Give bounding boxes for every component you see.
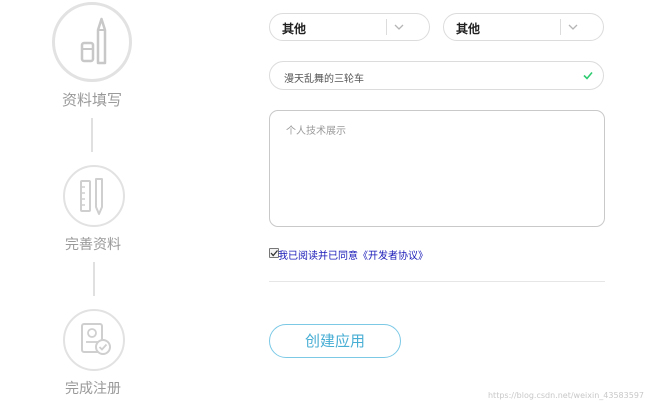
step-connector [91,118,93,152]
pencil-icon [80,17,107,65]
select-divider [386,19,387,35]
divider [269,281,605,282]
step-3-label: 完成注册 [65,381,121,397]
step-1-circle [52,2,132,82]
check-icon [583,71,593,80]
step-3-circle [63,309,125,371]
app-name-value: 漫天乱舞的三轮车 [284,74,364,85]
step-1-label: 资料填写 [62,91,123,109]
category-select-1[interactable]: 其他 [269,13,430,41]
category-select-2[interactable]: 其他 [443,13,604,41]
chevron-down-icon [568,24,578,30]
step-2-circle [63,165,125,227]
description-textarea[interactable]: 个人技术展示 [269,110,605,227]
select-value: 其他 [282,22,307,36]
step-connector [93,262,95,296]
chevron-down-icon [394,24,404,30]
document-check-icon [81,323,111,355]
app-name-input[interactable]: 漫天乱舞的三轮车 [269,61,604,90]
select-value: 其他 [456,22,481,36]
description-placeholder: 个人技术展示 [286,126,346,137]
watermark: https://blog.csdn.net/weixin_43583597 [487,391,644,400]
create-app-button[interactable]: 创建应用 [269,324,401,358]
select-divider [560,19,561,35]
agreement-link[interactable]: 我已阅读并已同意《开发者协议》 [278,247,428,262]
ruler-pen-icon [80,178,103,215]
step-2-label: 完善资料 [65,237,121,253]
